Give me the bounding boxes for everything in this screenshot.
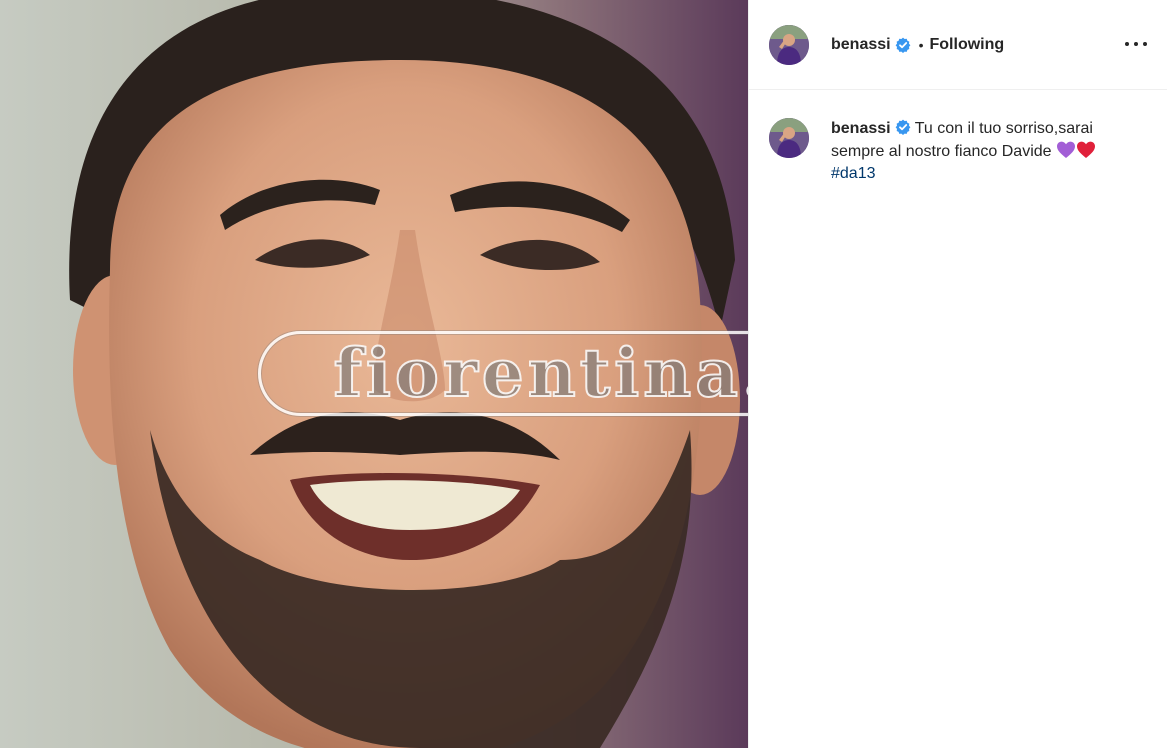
purple-heart-icon [1057,141,1076,158]
header-username[interactable]: benassi [831,36,891,54]
red-heart-icon [1077,141,1096,158]
avatar-image [769,24,809,65]
avatar-image [769,118,809,158]
post-photo[interactable]: fiorentina.it [0,0,748,748]
caption-avatar[interactable] [769,118,809,158]
post-caption: benassi Tu con il tuo sorriso,sarai semp… [749,90,1167,185]
more-dot [1125,42,1129,46]
following-button[interactable]: Following [930,36,1005,54]
post-header: benassi • Following [749,0,1167,90]
hashtag-link[interactable]: #da13 [831,165,876,182]
instagram-post: fiorentina.it benassi • Following [0,0,1167,748]
verified-badge-icon [895,37,910,53]
verified-badge-icon [895,119,910,135]
caption-username[interactable]: benassi [831,120,891,137]
more-dot [1143,42,1147,46]
portrait-photo [0,0,748,748]
more-dot [1134,42,1138,46]
profile-avatar[interactable] [769,24,809,65]
header-separator: • [918,36,924,53]
caption-body: benassi Tu con il tuo sorriso,sarai semp… [831,118,1121,185]
more-options-icon[interactable] [1125,34,1147,54]
post-side-panel: benassi • Following benassi Tu con il tu… [748,0,1167,748]
